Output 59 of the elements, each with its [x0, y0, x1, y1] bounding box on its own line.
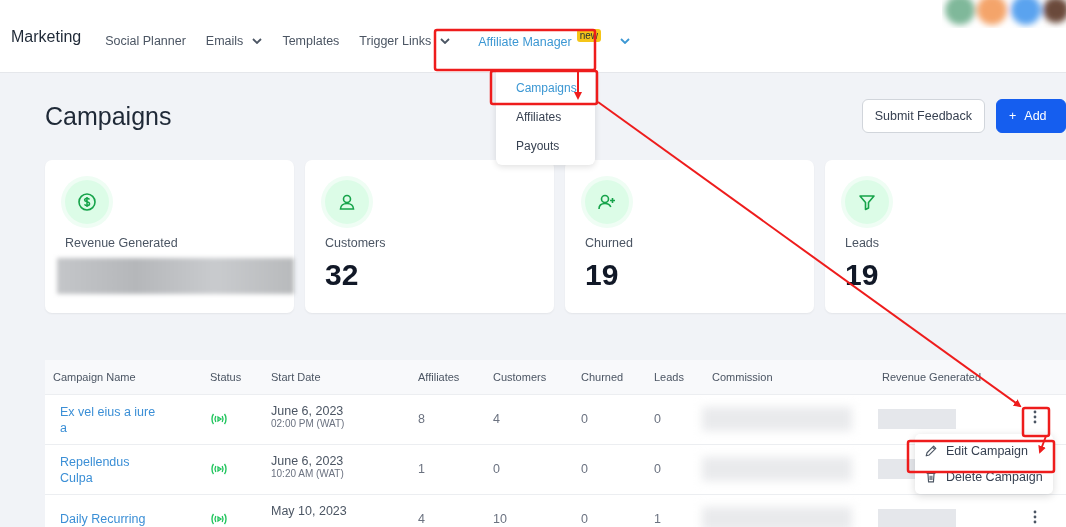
table-cell: 0	[654, 412, 661, 426]
column-header: Revenue Generated	[882, 371, 983, 383]
stat-label: Churned	[585, 236, 634, 250]
stat-value: 19	[845, 258, 880, 292]
broadcast-icon	[210, 513, 228, 525]
column-header: Status	[210, 371, 243, 383]
stat-label: Customers	[325, 236, 387, 250]
stat-value: 32	[325, 258, 360, 292]
menu-item[interactable]: Payouts	[496, 132, 595, 161]
add-button[interactable]: + Add	[996, 98, 1066, 133]
column-header: Start Date	[271, 371, 322, 383]
start-time: 02:00 PM (WAT)	[271, 418, 345, 429]
more-icon[interactable]	[1033, 410, 1037, 424]
start-date: June 6, 2023	[271, 404, 344, 418]
table-cell: 8	[418, 412, 425, 426]
column-header: Leads	[654, 371, 685, 383]
stat-value: 19	[585, 258, 620, 292]
broadcast-icon	[210, 413, 228, 425]
app-title: Marketing	[11, 28, 82, 46]
campaign-link[interactable]: Repellendus Culpa	[60, 454, 165, 486]
column-header: Churned	[581, 371, 625, 383]
table-cell: 1	[418, 462, 425, 476]
column-header: Campaign Name	[53, 371, 137, 383]
table-cell: 0	[581, 512, 588, 526]
start-time: 10:20 AM (WAT)	[271, 468, 344, 479]
menu-item[interactable]: Edit Campaign	[915, 438, 1053, 464]
more-icon[interactable]	[1033, 510, 1037, 524]
funnel-icon	[857, 192, 877, 212]
start-date: May 10, 2023	[271, 504, 347, 518]
table-cell: 10	[493, 512, 507, 526]
nav-tab[interactable]: Trigger Links	[359, 34, 451, 48]
column-header: Customers	[493, 371, 548, 383]
table-cell: 1	[654, 512, 661, 526]
stat-label: Leads	[845, 236, 881, 250]
table-cell: 0	[493, 462, 500, 476]
trash-icon	[924, 470, 938, 484]
table-cell: 0	[581, 412, 588, 426]
start-date: June 6, 2023	[271, 454, 344, 468]
nav-tab[interactable]: Templates	[282, 34, 340, 48]
feedback-button[interactable]: Submit Feedback	[861, 98, 985, 133]
menu-item[interactable]: Affiliates	[496, 103, 595, 132]
table-cell: 4	[493, 412, 500, 426]
broadcast-icon	[210, 463, 228, 475]
user-plus-icon	[597, 192, 617, 212]
column-header: Affiliates	[418, 371, 461, 383]
table-cell: 0	[654, 462, 661, 476]
campaign-link[interactable]: Ex vel eius a iure a	[60, 404, 165, 436]
user-icon	[337, 192, 357, 212]
stat-label: Revenue Generated	[65, 236, 179, 250]
column-header: Commission	[712, 371, 774, 383]
table-cell: 0	[581, 462, 588, 476]
dollar-icon	[77, 192, 97, 212]
table-cell: 4	[418, 512, 425, 526]
page-title: Campaigns	[45, 102, 172, 131]
campaign-link[interactable]: Daily Recurring	[60, 511, 165, 527]
annotation-arrow	[1038, 435, 1047, 454]
nav-tab[interactable]: Social Planner	[105, 34, 186, 48]
pencil-icon	[924, 444, 938, 458]
nav-tab[interactable]: Emails	[205, 34, 263, 48]
